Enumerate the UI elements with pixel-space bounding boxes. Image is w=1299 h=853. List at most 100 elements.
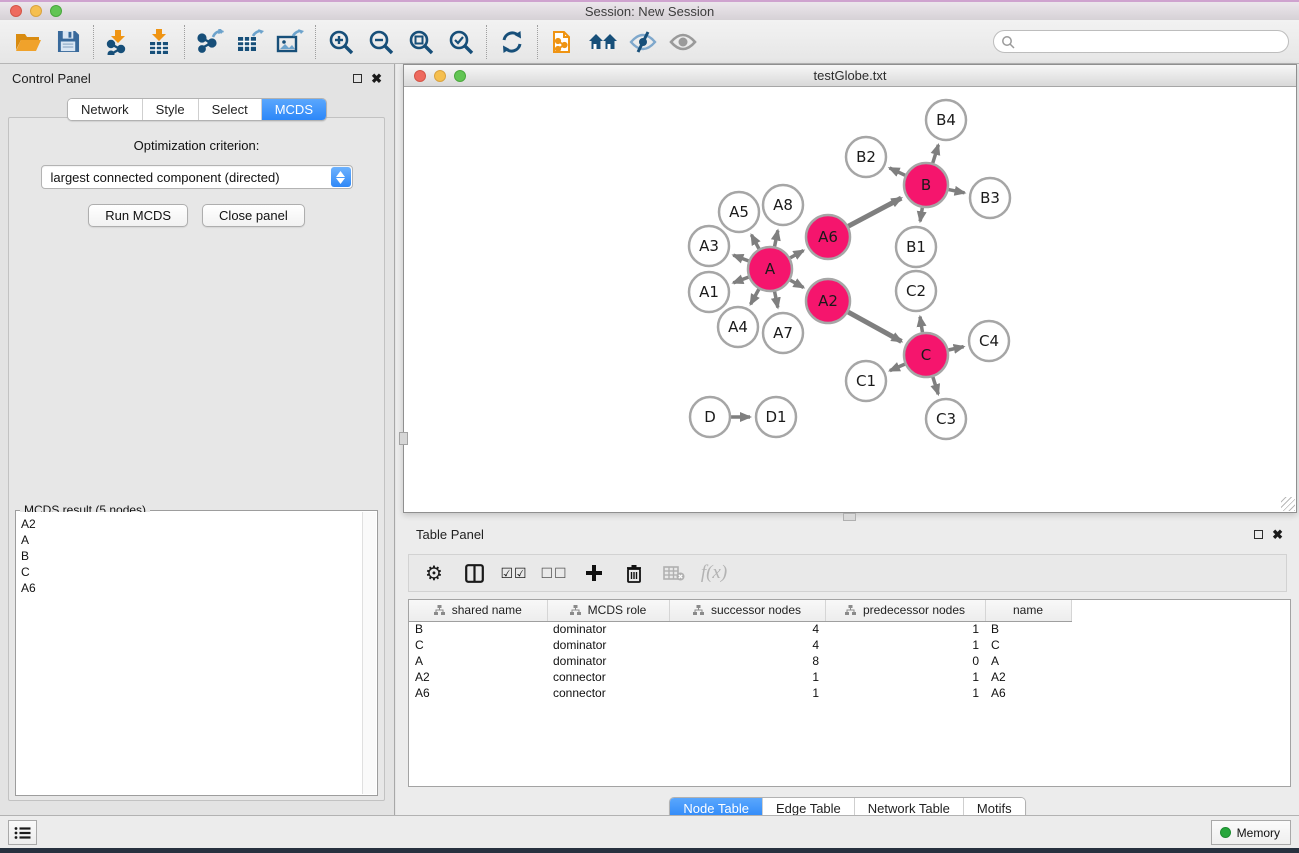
close-window-button[interactable] bbox=[10, 5, 22, 17]
result-list-item[interactable]: A2 bbox=[21, 516, 362, 532]
edge-A-A6[interactable] bbox=[790, 251, 803, 258]
edge-A-A5[interactable] bbox=[751, 235, 759, 249]
table-cell[interactable]: dominator bbox=[547, 653, 669, 669]
network-close-button[interactable] bbox=[414, 70, 426, 82]
table-cell[interactable]: 4 bbox=[669, 621, 825, 637]
table-cell[interactable]: A2 bbox=[985, 669, 1071, 685]
zoom-selected-button[interactable] bbox=[441, 24, 481, 60]
export-image-button[interactable] bbox=[270, 24, 310, 60]
open-file-button[interactable] bbox=[8, 24, 48, 60]
toolbar-search-field[interactable] bbox=[993, 30, 1289, 53]
import-table-button[interactable] bbox=[139, 24, 179, 60]
table-cell[interactable]: 1 bbox=[825, 637, 985, 653]
zoom-window-button[interactable] bbox=[50, 5, 62, 17]
tab-select[interactable]: Select bbox=[198, 99, 261, 120]
edge-A6-B[interactable] bbox=[848, 198, 901, 226]
network-minimize-button[interactable] bbox=[434, 70, 446, 82]
table-cell[interactable]: A6 bbox=[985, 685, 1071, 701]
float-table-panel-icon[interactable] bbox=[1254, 530, 1263, 539]
import-network-button[interactable] bbox=[99, 24, 139, 60]
edge-C-C1[interactable] bbox=[890, 364, 905, 371]
table-cell[interactable]: connector bbox=[547, 669, 669, 685]
table-cell[interactable]: C bbox=[409, 637, 547, 653]
table-row[interactable]: A6connector11A6 bbox=[409, 685, 1071, 701]
table-cell[interactable]: 1 bbox=[825, 685, 985, 701]
run-mcds-button[interactable]: Run MCDS bbox=[88, 204, 188, 227]
result-scrollbar[interactable] bbox=[362, 512, 376, 794]
criterion-select[interactable]: largest connected component (directed) bbox=[41, 165, 353, 189]
float-panel-icon[interactable] bbox=[353, 74, 362, 83]
table-cell[interactable]: 1 bbox=[825, 669, 985, 685]
table-cell[interactable]: A bbox=[985, 653, 1071, 669]
table-cell[interactable]: 1 bbox=[669, 685, 825, 701]
show-graphics-details-button[interactable] bbox=[663, 24, 703, 60]
split-view-button[interactable] bbox=[459, 559, 489, 587]
minimize-window-button[interactable] bbox=[30, 5, 42, 17]
select-all-button[interactable]: ☑☑ bbox=[499, 559, 529, 587]
close-panel-button[interactable]: Close panel bbox=[202, 204, 305, 227]
table-row[interactable]: Cdominator41C bbox=[409, 637, 1071, 653]
column-header-successor-nodes[interactable]: successor nodes bbox=[669, 600, 825, 621]
table-cell[interactable]: C bbox=[985, 637, 1071, 653]
zoom-out-button[interactable] bbox=[361, 24, 401, 60]
tab-style[interactable]: Style bbox=[142, 99, 198, 120]
column-header-MCDS-role[interactable]: MCDS role bbox=[547, 600, 669, 621]
mcds-result-list[interactable]: A2ABCA6 bbox=[17, 512, 362, 794]
search-input[interactable] bbox=[1015, 33, 1288, 51]
tab-network[interactable]: Network bbox=[68, 99, 142, 120]
column-header-name[interactable]: name bbox=[985, 600, 1071, 621]
close-panel-icon[interactable]: ✖ bbox=[371, 74, 382, 83]
table-cell[interactable]: B bbox=[985, 621, 1071, 637]
column-header-predecessor-nodes[interactable]: predecessor nodes bbox=[825, 600, 985, 621]
table-cell[interactable]: A2 bbox=[409, 669, 547, 685]
edge-A-A1[interactable] bbox=[733, 277, 748, 283]
table-cell[interactable]: 1 bbox=[825, 621, 985, 637]
close-table-panel-icon[interactable]: ✖ bbox=[1272, 530, 1283, 539]
hide-graphics-details-button[interactable] bbox=[623, 24, 663, 60]
edge-A-A7[interactable] bbox=[775, 292, 778, 308]
edge-B-B2[interactable] bbox=[890, 168, 906, 175]
zoom-fit-button[interactable] bbox=[401, 24, 441, 60]
memory-button[interactable]: Memory bbox=[1211, 820, 1291, 845]
table-cell[interactable]: 0 bbox=[825, 653, 985, 669]
window-resize-grip[interactable] bbox=[1281, 497, 1295, 511]
add-column-button[interactable] bbox=[579, 559, 609, 587]
table-cell[interactable]: A6 bbox=[409, 685, 547, 701]
table-cell[interactable]: 4 bbox=[669, 637, 825, 653]
save-session-button[interactable] bbox=[48, 24, 88, 60]
table-cell[interactable]: 8 bbox=[669, 653, 825, 669]
show-panels-button[interactable] bbox=[8, 820, 37, 845]
edge-B-B1[interactable] bbox=[920, 208, 922, 222]
table-cell[interactable]: dominator bbox=[547, 637, 669, 653]
export-network-button[interactable] bbox=[190, 24, 230, 60]
deselect-all-button[interactable]: ☐☐ bbox=[539, 559, 569, 587]
delete-table-button[interactable] bbox=[659, 559, 689, 587]
table-cell[interactable]: 1 bbox=[669, 669, 825, 685]
edge-B-B3[interactable] bbox=[949, 190, 965, 193]
edge-A-A8[interactable] bbox=[775, 230, 778, 246]
edge-A2-C[interactable] bbox=[848, 312, 901, 341]
export-table-button[interactable] bbox=[230, 24, 270, 60]
edge-A-A4[interactable] bbox=[751, 289, 759, 304]
network-canvas[interactable]: B4B2BB3A8A5A6B1A3AC2A1A2A4A7C4CC1C3DD1 bbox=[404, 88, 1296, 512]
network-zoom-button[interactable] bbox=[454, 70, 466, 82]
edge-B-B4[interactable] bbox=[933, 145, 939, 163]
delete-column-button[interactable] bbox=[619, 559, 649, 587]
table-row[interactable]: Bdominator41B bbox=[409, 621, 1071, 637]
column-header-shared-name[interactable]: shared name bbox=[409, 600, 547, 621]
edge-C-C2[interactable] bbox=[920, 317, 922, 333]
table-cell[interactable]: dominator bbox=[547, 621, 669, 637]
result-list-item[interactable]: C bbox=[21, 564, 362, 580]
result-list-item[interactable]: A bbox=[21, 532, 362, 548]
edge-A-A2[interactable] bbox=[790, 280, 803, 287]
table-row[interactable]: A2connector11A2 bbox=[409, 669, 1071, 685]
table-cell[interactable]: connector bbox=[547, 685, 669, 701]
home-view-button[interactable] bbox=[583, 24, 623, 60]
edge-A-A3[interactable] bbox=[733, 255, 748, 261]
refresh-button[interactable] bbox=[492, 24, 532, 60]
result-list-item[interactable]: A6 bbox=[21, 580, 362, 596]
table-cell[interactable]: A bbox=[409, 653, 547, 669]
network-graph[interactable]: B4B2BB3A8A5A6B1A3AC2A1A2A4A7C4CC1C3DD1 bbox=[404, 88, 1296, 512]
function-builder-button[interactable]: f(x) bbox=[699, 559, 729, 587]
result-list-item[interactable]: B bbox=[21, 548, 362, 564]
